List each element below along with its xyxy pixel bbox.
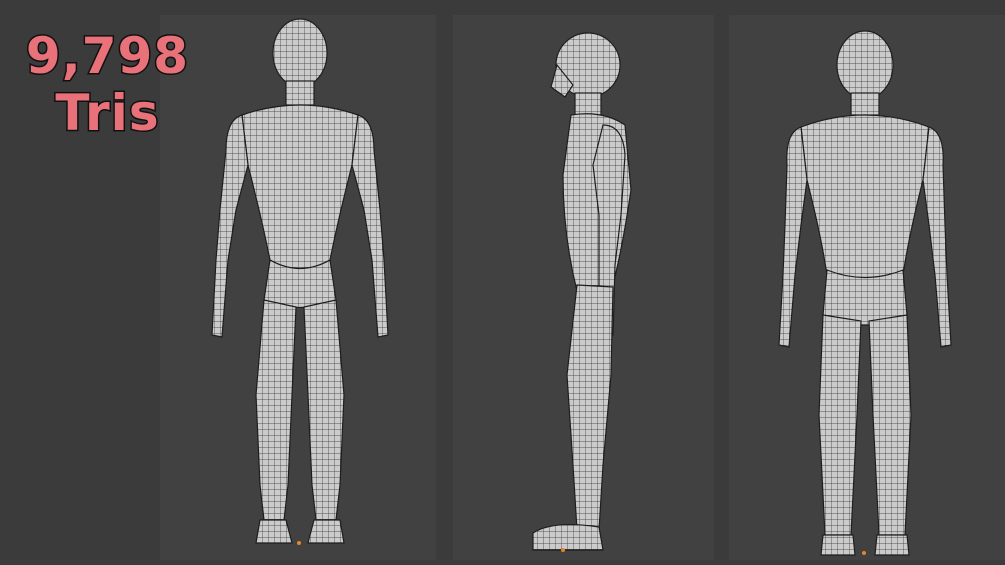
side-view-mesh (532, 32, 632, 552)
render-stage: 9,798 Tris (0, 0, 1005, 565)
origin-dot (297, 541, 301, 545)
origin-dot-side (561, 548, 565, 552)
back-view-viewport[interactable] (729, 15, 1005, 560)
side-view-viewport[interactable] (453, 15, 714, 560)
origin-dot-back (862, 551, 866, 555)
triangle-count-value: 9,798 (24, 27, 190, 85)
triangle-count-label: 9,798 Tris (0, 27, 215, 142)
back-view-mesh (778, 30, 952, 556)
triangle-count-unit: Tris (54, 83, 160, 142)
